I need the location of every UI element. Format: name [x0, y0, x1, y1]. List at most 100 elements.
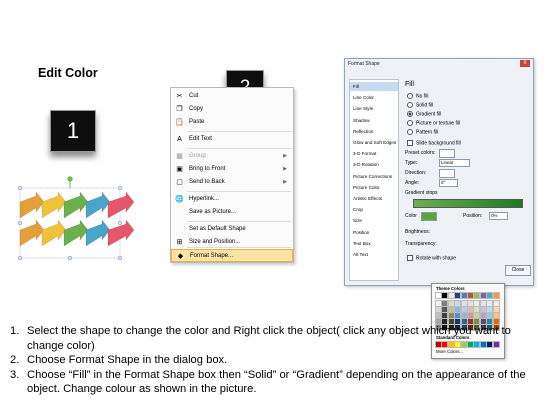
- type-select[interactable]: Linear: [439, 159, 470, 167]
- color-swatch[interactable]: [479, 292, 487, 299]
- arrow-shape[interactable]: [63, 219, 89, 247]
- color-swatch[interactable]: [492, 312, 500, 319]
- rotate-handle[interactable]: [67, 176, 73, 182]
- fill-option-pattern-fill[interactable]: Pattern fill: [407, 129, 438, 135]
- color-swatch[interactable]: [479, 300, 487, 307]
- color-swatch[interactable]: [460, 312, 468, 319]
- menu-item-bring-to-front[interactable]: ▣ Bring to Front ▶: [171, 163, 293, 176]
- menu-item-hyperlink[interactable]: 🌐 Hyperlink...: [171, 193, 293, 206]
- color-swatch[interactable]: [467, 292, 474, 299]
- nav-item-position[interactable]: Position: [353, 228, 398, 237]
- fill-option-solid-fill[interactable]: Solid fill: [407, 102, 433, 108]
- nav-item-artistic-effects[interactable]: Artistic Effects: [353, 194, 398, 203]
- menu-item-edit-text[interactable]: A Edit Text: [171, 133, 293, 146]
- menu-item-group[interactable]: ▦ Group ▶: [171, 150, 293, 163]
- color-swatch[interactable]: [467, 312, 474, 319]
- nav-item-3-d-format[interactable]: 3-D Format: [353, 149, 398, 158]
- menu-item-send-to-back[interactable]: ▢ Send to Back ▶: [171, 176, 293, 189]
- fill-option-gradient-fill[interactable]: Gradient fill: [407, 111, 441, 117]
- color-swatch[interactable]: [473, 300, 481, 307]
- nav-item-text-box[interactable]: Text Box: [353, 239, 398, 248]
- fill-option-no-fill[interactable]: No fill: [407, 93, 429, 99]
- arrow-shape[interactable]: [41, 191, 67, 219]
- arrow-shape[interactable]: [19, 219, 45, 247]
- direction-button[interactable]: [439, 169, 455, 178]
- menu-item-set-as-default-shape[interactable]: Set as Default Shape: [171, 223, 293, 236]
- nav-item-reflection[interactable]: Reflection: [353, 127, 398, 136]
- arrow-shape[interactable]: [85, 191, 111, 219]
- nav-item-3-d-rotation[interactable]: 3-D Rotation: [353, 160, 398, 169]
- color-swatch[interactable]: [473, 292, 481, 299]
- nav-item-fill[interactable]: Fill: [350, 82, 398, 91]
- color-swatch[interactable]: [435, 300, 442, 307]
- angle-input[interactable]: 0°: [439, 179, 458, 187]
- color-swatch[interactable]: [454, 292, 462, 299]
- resize-handle-r[interactable]: [117, 220, 123, 226]
- arrow-shape[interactable]: [19, 191, 45, 219]
- color-swatch[interactable]: [454, 312, 462, 319]
- color-swatch[interactable]: [435, 312, 442, 319]
- rotate-with-shape-checkbox[interactable]: Rotate with shape: [407, 255, 456, 261]
- color-swatch[interactable]: [454, 306, 462, 313]
- color-swatch[interactable]: [486, 306, 494, 313]
- color-swatch[interactable]: [492, 306, 500, 313]
- menu-item-save-as-picture[interactable]: Save as Picture...: [171, 206, 293, 219]
- color-swatch[interactable]: [447, 312, 455, 319]
- slide-background-checkbox[interactable]: Slide background fill: [407, 140, 461, 146]
- menu-item-copy[interactable]: ❐ Copy: [171, 103, 293, 116]
- arrow-shape[interactable]: [63, 191, 89, 219]
- position-input[interactable]: 0%: [489, 212, 508, 220]
- color-swatch[interactable]: [435, 292, 442, 299]
- color-swatch[interactable]: [486, 292, 494, 299]
- color-swatch[interactable]: [460, 306, 468, 313]
- resize-handle-l[interactable]: [17, 220, 23, 226]
- nav-item-line-style[interactable]: Line Style: [353, 104, 398, 113]
- color-swatch[interactable]: [479, 312, 487, 319]
- arrow-shape[interactable]: [107, 191, 135, 219]
- menu-item-format-shape[interactable]: ◆ Format Shape...: [171, 249, 293, 262]
- resize-handle-bl[interactable]: [17, 255, 23, 261]
- nav-item-glow-and-soft-edges[interactable]: Glow and Soft Edges: [353, 138, 398, 147]
- menu-item-paste[interactable]: 📋 Paste: [171, 116, 293, 129]
- gradient-stops-bar[interactable]: [413, 199, 523, 208]
- color-swatch[interactable]: [492, 300, 500, 307]
- color-swatch[interactable]: [486, 312, 494, 319]
- nav-item-picture-color[interactable]: Picture Color: [353, 183, 398, 192]
- color-swatch[interactable]: [486, 300, 494, 307]
- menu-item-cut[interactable]: ✂ Cut: [171, 90, 293, 103]
- color-swatch[interactable]: [467, 300, 474, 307]
- color-swatch[interactable]: [447, 292, 455, 299]
- color-swatch[interactable]: [454, 300, 462, 307]
- selected-arrow-shapes[interactable]: [14, 176, 144, 262]
- color-swatch[interactable]: [460, 300, 468, 307]
- arrow-shape[interactable]: [41, 219, 67, 247]
- dialog-close-button[interactable]: X: [520, 60, 530, 67]
- color-swatch[interactable]: [492, 292, 500, 299]
- color-swatch[interactable]: [447, 306, 455, 313]
- color-swatch[interactable]: [447, 300, 455, 307]
- nav-item-picture-corrections[interactable]: Picture Corrections: [353, 172, 398, 181]
- arrow-shape[interactable]: [85, 219, 111, 247]
- close-button[interactable]: Close: [505, 265, 531, 276]
- resize-handle-br[interactable]: [117, 255, 123, 261]
- color-swatch[interactable]: [441, 300, 449, 307]
- nav-item-size[interactable]: Size: [353, 216, 398, 225]
- fill-option-picture-or-texture-fill[interactable]: Picture or texture fill: [407, 120, 460, 126]
- color-swatch[interactable]: [441, 306, 449, 313]
- color-picker-button[interactable]: [421, 212, 437, 221]
- color-swatch[interactable]: [441, 292, 449, 299]
- resize-handle-b[interactable]: [67, 255, 73, 261]
- color-swatch[interactable]: [460, 292, 468, 299]
- resize-handle-tl[interactable]: [17, 185, 23, 191]
- nav-item-alt-text[interactable]: Alt Text: [353, 250, 398, 259]
- nav-item-line-color[interactable]: Line Color: [353, 93, 398, 102]
- resize-handle-tr[interactable]: [117, 185, 123, 191]
- nav-item-crop[interactable]: Crop: [353, 205, 398, 214]
- color-swatch[interactable]: [479, 306, 487, 313]
- color-swatch[interactable]: [467, 306, 474, 313]
- color-swatch[interactable]: [473, 312, 481, 319]
- color-swatch[interactable]: [473, 306, 481, 313]
- color-swatch[interactable]: [441, 312, 449, 319]
- preset-colors-button[interactable]: [439, 149, 455, 158]
- nav-item-shadow[interactable]: Shadow: [353, 116, 398, 125]
